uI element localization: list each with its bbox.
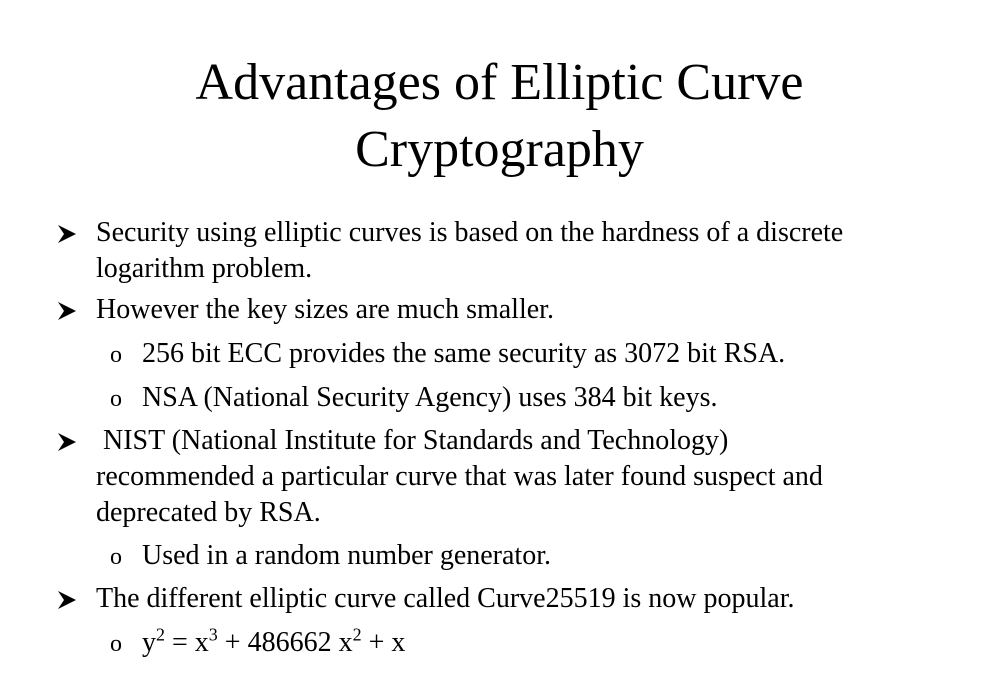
curve-equation: y2 = x3 + 486662 x2 + x xyxy=(142,624,406,658)
equation-exponent: 3 xyxy=(208,624,218,645)
bullet-line: Security using elliptic curves is based … xyxy=(96,217,844,248)
bullet-line: recommended a particular curve that was … xyxy=(96,461,823,492)
equation-exponent: 2 xyxy=(156,624,165,645)
equation-part: + x xyxy=(361,627,406,658)
sub-bullet-item: o y2 = x3 + 486662 x2 + x xyxy=(110,625,405,662)
sub-bullet-marker: o xyxy=(110,544,122,570)
bullet-text: However the key sizes are much smaller. xyxy=(96,292,956,328)
sub-bullet-text: 256 bit ECC provides the same security a… xyxy=(142,338,786,369)
sub-bullet-text: Used in a random number generator. xyxy=(142,540,551,571)
sub-bullet-marker: o xyxy=(110,386,122,412)
bullet-line: logarithm problem. xyxy=(96,253,313,284)
slide: Advantages of Elliptic Curve Cryptograph… xyxy=(0,0,999,687)
bullet-line: However the key sizes are much smaller. xyxy=(96,294,554,325)
sub-bullet-marker: o xyxy=(110,631,122,657)
arrowhead-bullet-icon xyxy=(58,225,76,243)
bullet-text: NIST (National Institute for Standards a… xyxy=(96,423,956,531)
bullet-line: deprecated by RSA. xyxy=(96,497,321,528)
sub-bullet-text: NSA (National Security Agency) uses 384 … xyxy=(142,382,718,413)
sub-bullet-marker: o xyxy=(110,342,122,368)
sub-bullet-item: o NSA (National Security Agency) uses 384… xyxy=(110,380,717,417)
equation-exponent: 2 xyxy=(352,624,362,645)
arrowhead-bullet-icon xyxy=(58,591,76,609)
arrowhead-bullet-icon xyxy=(58,433,76,451)
bullet-line: The different elliptic curve called Curv… xyxy=(96,583,795,614)
equation-part: + 486662 x xyxy=(217,627,353,658)
equation-y: y xyxy=(142,627,156,658)
equation-part: = x xyxy=(165,627,209,658)
sub-bullet-item: o 256 bit ECC provides the same security … xyxy=(110,336,785,373)
sub-bullet-item: o Used in a random number generator. xyxy=(110,538,551,575)
slide-title-line-1: Advantages of Elliptic Curve xyxy=(195,54,804,111)
arrowhead-bullet-icon xyxy=(58,302,76,320)
bullet-text: The different elliptic curve called Curv… xyxy=(96,581,956,617)
bullet-line: NIST (National Institute for Standards a… xyxy=(96,425,729,456)
slide-title-line-2: Cryptography xyxy=(355,121,644,178)
bullet-text: Security using elliptic curves is based … xyxy=(96,215,956,287)
